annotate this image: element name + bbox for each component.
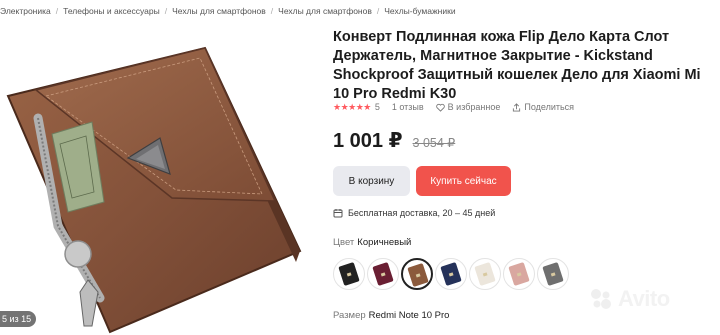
breadcrumb: Электроника / Телефоны и аксессуары / Чехлы … [0,6,456,16]
old-price: 3 054 ₽ [412,136,456,150]
current-price: 1 001 ₽ [333,130,403,152]
heart-icon [435,103,445,112]
image-counter: 5 из 15 [0,311,37,327]
avito-logo-icon [591,289,611,309]
delivery-text: Бесплатная доставка, 20 – 45 дней [348,208,496,218]
share-label: Поделиться [524,102,575,112]
color-selector-label: Цвет Коричневый [333,237,411,248]
swatch-burgundy[interactable] [367,258,399,290]
price-row: 1 001 ₽ 3 054 ₽ [333,128,455,153]
swatch-wallet-thumbnail [372,262,394,286]
swatch-wallet-thumbnail [508,262,530,286]
breadcrumb-item[interactable]: Электроника [0,6,51,16]
size-value: Redmi Note 10 Pro [368,310,450,321]
swatch-wallet-thumbnail [474,262,496,286]
breadcrumb-item[interactable]: Телефоны и аксессуары [63,6,160,16]
calendar-icon [333,209,343,218]
product-meta: ★★★★★ 5 1 отзыв В избранное Поделиться [333,100,574,114]
color-value: Коричневый [357,237,412,248]
swatch-pink[interactable] [503,258,535,290]
swatch-gray[interactable] [537,258,569,290]
add-to-cart-button[interactable]: В корзину [333,166,410,196]
share-icon [513,102,521,112]
breadcrumb-item[interactable]: Чехлы для смартфонов [172,6,266,16]
size-selector-label: Размер Redmi Note 10 Pro [333,310,449,321]
product-image[interactable] [0,26,318,335]
avito-watermark: Avito [588,286,670,312]
color-swatches [333,258,569,290]
swatch-black[interactable] [333,258,365,290]
swatch-navy[interactable] [435,258,467,290]
rating-value: 5 [374,102,380,112]
buy-now-button[interactable]: Купить сейчас [416,166,511,196]
delivery-info: Бесплатная доставка, 20 – 45 дней [333,206,495,220]
swatch-wallet-thumbnail [407,263,429,287]
breadcrumb-item[interactable]: Чехлы-бумажники [384,6,455,16]
swatch-wallet-thumbnail [440,262,462,286]
product-title: Конверт Подлинная кожа Flip Дело Карта С… [333,29,701,102]
swatch-white[interactable] [469,258,501,290]
size-label: Размер [333,310,366,321]
reviews-link[interactable]: 1 отзыв [392,102,424,112]
swatch-brown[interactable] [401,258,433,290]
rating-stars: ★★★★★ [333,101,371,112]
product-gallery[interactable] [0,26,318,335]
color-label: Цвет [333,237,355,248]
swatch-wallet-thumbnail [542,262,564,286]
favorite-label: В избранное [447,102,501,112]
breadcrumb-item[interactable]: Чехлы для смартфонов [278,6,372,16]
watermark-text: Avito [618,286,670,311]
favorite-button[interactable]: В избранное [435,102,501,112]
share-button[interactable]: Поделиться [512,102,574,112]
swatch-wallet-thumbnail [338,262,360,286]
